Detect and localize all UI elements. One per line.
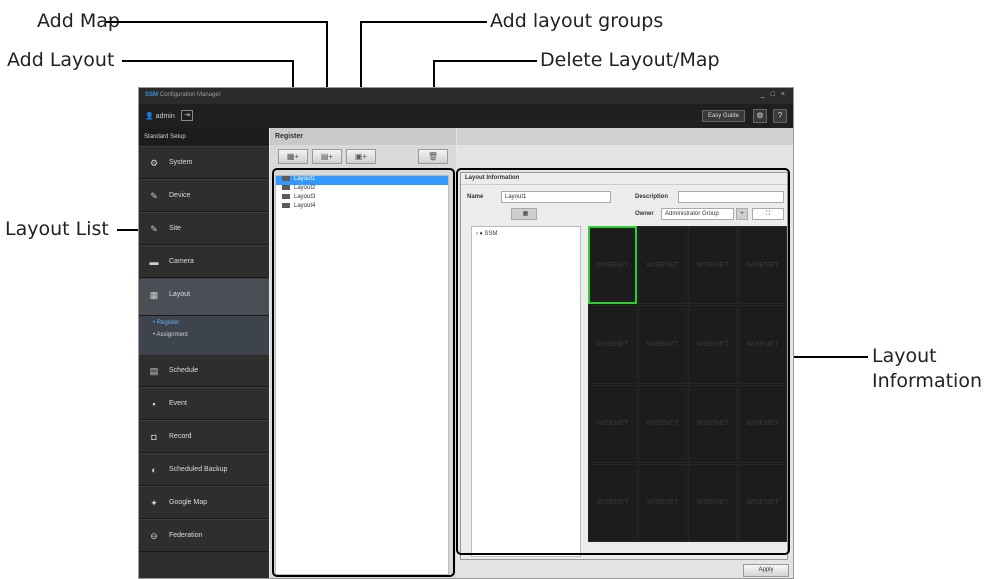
apply-button[interactable]: Apply <box>743 564 789 577</box>
sidebar-item-device[interactable]: ✎ Device <box>139 179 269 212</box>
delete-layout-map-button[interactable]: 🗑 <box>418 149 448 164</box>
register-header: Register <box>270 128 456 145</box>
google-map-icon: ✦ <box>150 498 158 508</box>
add-layout-button[interactable]: ▦+ <box>278 149 308 164</box>
sidebar-item-federation[interactable]: ⊖ Federation <box>139 519 269 552</box>
add-layout-callout: Add Layout <box>7 49 115 71</box>
logout-icon[interactable]: ⇥ <box>181 110 193 121</box>
sidebar-item-layout[interactable]: ▦ Layout <box>139 278 269 316</box>
help-button[interactable]: ? <box>773 109 787 123</box>
app-title: SSM Configuration Manager <box>145 92 221 98</box>
schedule-icon: ▤ <box>149 366 159 376</box>
add-map-line-h <box>106 21 328 23</box>
user-name: 👤 admin <box>145 113 175 120</box>
record-icon: ◘ <box>151 432 157 442</box>
title-bar: SSM Configuration Manager _ □ × <box>139 88 793 104</box>
layout-information-callout-1: Layout <box>872 345 937 367</box>
add-layout-group-button[interactable]: ▣+ <box>346 149 376 164</box>
layout-submenu: • Register • Assignment <box>139 316 269 354</box>
add-layout-groups-line-h <box>360 21 487 23</box>
layout-information-line <box>787 356 868 358</box>
add-layout-groups-callout: Add layout groups <box>490 10 664 32</box>
sidebar-item-site[interactable]: ✎ Site <box>139 212 269 245</box>
sidebar-item-record[interactable]: ◘ Record <box>139 420 269 453</box>
device-icon: ✎ <box>150 191 158 201</box>
delete-line-h <box>433 60 537 62</box>
sidebar-item-google-map[interactable]: ✦ Google Map <box>139 486 269 519</box>
layout-list-highlight <box>272 168 455 577</box>
layout-information-callout-2: Information <box>872 370 982 392</box>
delete-layout-map-callout: Delete Layout/Map <box>540 49 720 71</box>
gear-icon[interactable]: ⚙ <box>753 109 767 123</box>
layout-information-highlight <box>456 168 790 555</box>
sidebar-item-scheduled-backup[interactable]: ◐ Scheduled Backup <box>139 453 269 486</box>
layout-icon: ▦ <box>149 290 159 300</box>
sidebar-item-camera[interactable]: ▬ Camera <box>139 245 269 278</box>
add-layout-line-h <box>122 60 294 62</box>
system-icon: ⚙ <box>149 158 159 168</box>
sidebar-item-event[interactable]: ▪ Event <box>139 387 269 420</box>
submenu-register[interactable]: • Register <box>153 320 269 332</box>
camera-icon: ▬ <box>149 257 159 267</box>
event-icon: ▪ <box>152 399 156 409</box>
backup-icon: ◐ <box>151 465 157 475</box>
add-map-button[interactable]: ▤+ <box>312 149 342 164</box>
easy-guide-button[interactable]: Easy Guide <box>701 110 745 122</box>
federation-icon: ⊖ <box>150 531 158 541</box>
sidebar-item-schedule[interactable]: ▤ Schedule <box>139 354 269 387</box>
sidebar-header: Standard Setup <box>139 128 269 146</box>
layout-list-callout: Layout List <box>5 218 109 240</box>
sidebar-item-system[interactable]: ⚙ System <box>139 146 269 179</box>
sidebar: Standard Setup ⚙ System ✎ Device ✎ Site ▬ Ca… <box>139 128 269 578</box>
site-icon: ✎ <box>150 224 158 234</box>
submenu-assignment[interactable]: • Assignment <box>153 332 269 344</box>
right-header <box>457 128 793 145</box>
window-controls[interactable]: _ □ × <box>761 91 787 98</box>
user-bar: 👤 admin ⇥ Easy Guide ⚙ ? <box>139 104 793 128</box>
